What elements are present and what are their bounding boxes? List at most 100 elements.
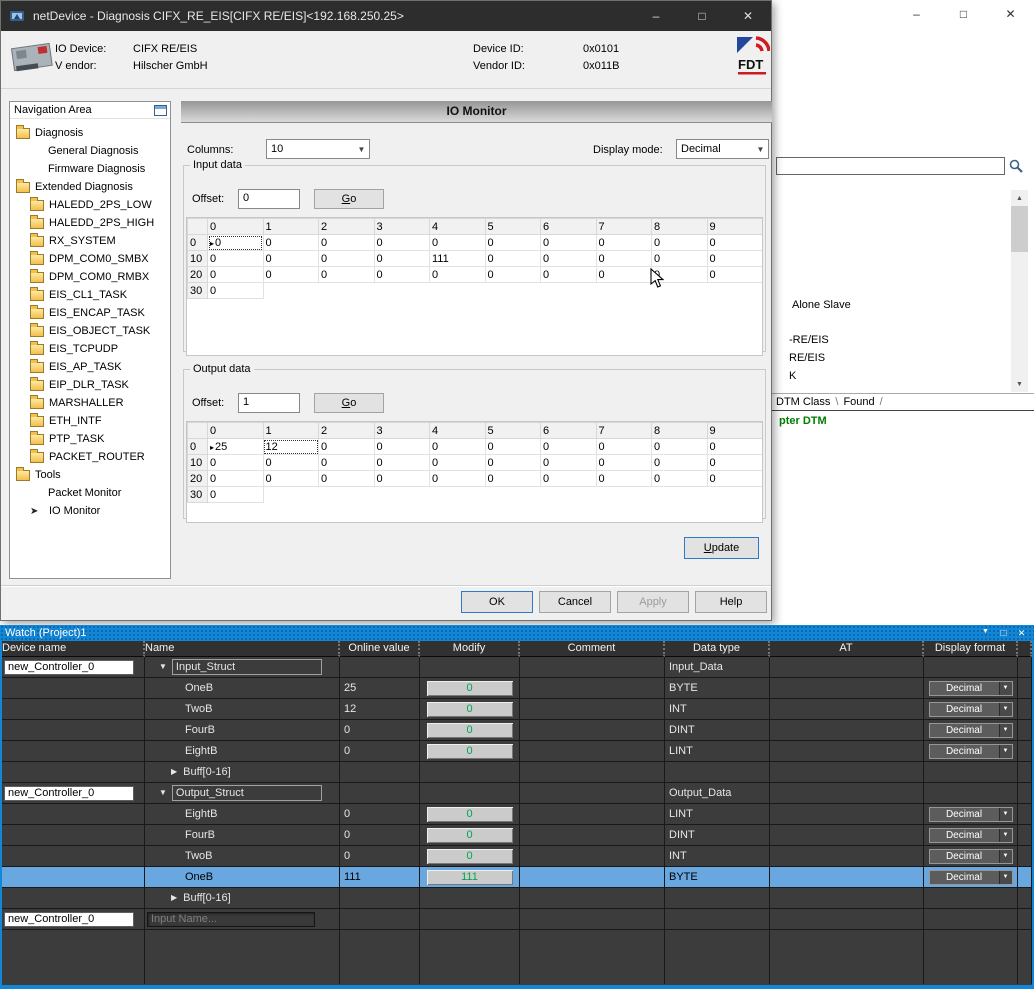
collapse-icon[interactable]: ▼ [159,657,167,677]
modify-value-button[interactable]: 0 [427,849,513,864]
watch-row[interactable]: new_Controller_0Input Name... [2,909,1032,930]
watch-row[interactable]: TwoB120INTDecimal▼ [2,699,1032,720]
io-cell[interactable]: 0 [319,471,375,487]
io-cell[interactable] [485,487,541,503]
nav-item-eip-dlr-task[interactable]: EIP_DLR_TASK [10,376,170,394]
nav-item-io-monitor[interactable]: ➤IO Monitor [10,502,170,520]
io-cell[interactable]: 0 [541,439,597,455]
modify-value-button[interactable]: 0 [427,744,513,759]
name-cell[interactable]: ▼Input_Struct [145,657,340,678]
nav-item-eis-ap-task[interactable]: EIS_AP_TASK [10,358,170,376]
ok-button[interactable]: OK [461,591,533,613]
io-cell[interactable]: 0 [263,267,319,283]
scroll-down-icon[interactable]: ▼ [1011,376,1028,392]
io-cell[interactable]: 0 [319,267,375,283]
io-cell[interactable]: 0 [596,439,652,455]
io-cell[interactable] [430,283,486,299]
maximize-icon[interactable]: □ [940,0,987,28]
io-cell[interactable]: 0 [596,251,652,267]
close-icon[interactable]: ✕ [725,1,771,31]
io-cell[interactable]: 0 [541,251,597,267]
io-cell[interactable] [652,487,708,503]
watch-row[interactable]: FourB00DINTDecimal▼ [2,720,1032,741]
io-cell[interactable]: 0 [430,471,486,487]
scrollbar-thumb[interactable] [1011,206,1028,252]
display-format-dropdown[interactable]: Decimal▼ [929,807,1013,822]
nav-item-eis-cl1-task[interactable]: EIS_CL1_TASK [10,286,170,304]
nav-item-firmware-diagnosis[interactable]: Firmware Diagnosis [10,160,170,178]
io-cell[interactable] [707,487,763,503]
name-cell[interactable]: EightB [145,804,340,825]
modify-value-button[interactable]: 0 [427,723,513,738]
scroll-up-icon[interactable]: ▲ [1011,190,1028,206]
io-cell[interactable]: 0 [374,251,430,267]
nav-item-general-diagnosis[interactable]: General Diagnosis [10,142,170,160]
io-cell[interactable] [596,487,652,503]
io-cell[interactable] [374,487,430,503]
io-cell[interactable]: ▸25 [208,439,264,455]
io-cell[interactable] [596,283,652,299]
columns-dropdown[interactable]: 10 ▼ [266,139,370,159]
watch-row[interactable]: OneB111111BYTEDecimal▼ [2,867,1032,888]
io-cell[interactable]: 0 [374,471,430,487]
io-cell[interactable]: 0 [208,251,264,267]
display-format-dropdown[interactable]: Decimal▼ [929,681,1013,696]
io-cell[interactable] [374,283,430,299]
io-cell[interactable]: 0 [208,455,264,471]
nav-item-marshaller[interactable]: MARSHALLER [10,394,170,412]
apply-button[interactable]: Apply [617,591,689,613]
io-cell[interactable]: 0 [485,455,541,471]
io-cell[interactable]: 0 [374,439,430,455]
nav-item-eis-tcpudp[interactable]: EIS_TCPUDP [10,340,170,358]
nav-item-haledd-2ps-high[interactable]: HALEDD_2PS_HIGH [10,214,170,232]
io-cell[interactable]: 0 [430,235,486,251]
minimize-icon[interactable]: – [893,0,940,28]
io-cell[interactable]: 0 [374,235,430,251]
background-scrollbar[interactable]: ▲ ▼ [1011,190,1028,392]
input-offset-field[interactable]: 0 [238,189,300,209]
output-go-button[interactable]: Go [314,393,384,413]
io-cell[interactable]: 0 [541,455,597,471]
io-cell[interactable] [707,283,763,299]
minimize-icon[interactable]: – [633,1,679,31]
io-cell[interactable]: 0 [319,251,375,267]
watch-row[interactable]: ▶Buff[0-16] [2,762,1032,783]
display-format-dropdown[interactable]: Decimal▼ [929,870,1013,885]
name-cell[interactable]: ▶Buff[0-16] [145,762,340,783]
io-cell[interactable]: 0 [208,487,264,503]
io-cell[interactable]: 0 [208,283,264,299]
io-cell[interactable]: 0 [707,471,763,487]
io-cell[interactable]: 0 [707,439,763,455]
modify-value-button[interactable]: 0 [427,828,513,843]
io-cell[interactable]: 0 [263,455,319,471]
io-cell[interactable] [263,283,319,299]
io-cell[interactable] [319,487,375,503]
name-cell[interactable]: TwoB [145,699,340,720]
modify-value-button[interactable]: 0 [427,702,513,717]
io-cell[interactable]: 0 [541,267,597,283]
tab-found[interactable]: Found [843,396,874,408]
io-cell[interactable]: 0 [485,471,541,487]
window-position-icon[interactable]: ▼ [978,628,993,639]
io-cell[interactable]: 111 [430,251,486,267]
watch-row[interactable]: EightB00LINTDecimal▼ [2,804,1032,825]
io-cell[interactable]: 0 [319,455,375,471]
watch-titlebar[interactable]: Watch (Project)1 ▼ □ ✕ [0,625,1034,641]
io-cell[interactable] [541,283,597,299]
nav-item-haledd-2ps-low[interactable]: HALEDD_2PS_LOW [10,196,170,214]
io-cell[interactable] [319,283,375,299]
watch-row[interactable]: FourB00DINTDecimal▼ [2,825,1032,846]
nav-item-diagnosis[interactable]: Diagnosis [10,124,170,142]
io-cell[interactable]: 12 [263,439,319,455]
device-name-box[interactable]: new_Controller_0 [4,912,134,927]
io-cell[interactable]: 0 [263,235,319,251]
display-format-dropdown[interactable]: Decimal▼ [929,702,1013,717]
nav-item-tools[interactable]: Tools [10,466,170,484]
maximize-icon[interactable]: □ [996,628,1011,639]
watch-row[interactable]: new_Controller_0▼Input_StructInput_Data [2,657,1032,678]
io-cell[interactable]: 0 [652,439,708,455]
watch-row[interactable]: ▶Buff[0-16] [2,888,1032,909]
io-cell[interactable]: 0 [652,455,708,471]
io-cell[interactable]: 0 [652,471,708,487]
nav-item-eis-encap-task[interactable]: EIS_ENCAP_TASK [10,304,170,322]
